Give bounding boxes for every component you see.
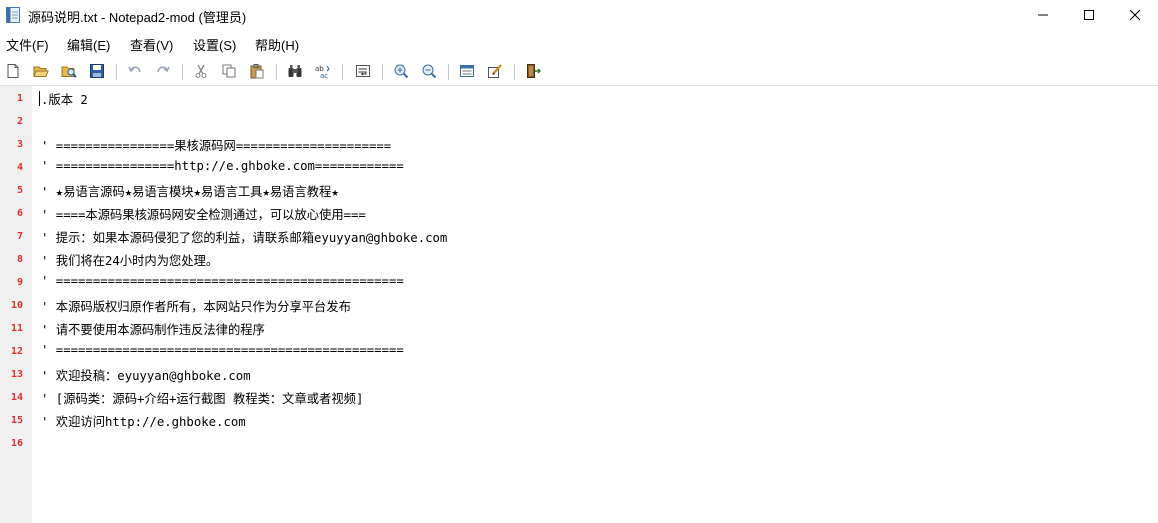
exit-icon: [527, 64, 541, 78]
paste-button[interactable]: [246, 60, 268, 82]
line-number: 14: [10, 392, 23, 403]
line-number: 9: [16, 277, 23, 288]
cut-button[interactable]: [190, 60, 212, 82]
code-line[interactable]: ' 欢迎投稿：eyuyyan@ghboke.com: [41, 366, 251, 384]
line-number: 11: [10, 323, 23, 334]
code-line[interactable]: ' 提示：如果本源码侵犯了您的利益，请联系邮箱eyuyyan@ghboke.co…: [41, 228, 447, 246]
line-number: 15: [10, 415, 23, 426]
browse-button[interactable]: [58, 60, 80, 82]
code-line[interactable]: ' ====本源码果核源码网安全检测通过，可以放心使用===: [41, 205, 366, 223]
notepad-doc-icon: [6, 7, 20, 23]
toolbar: ab ac: [0, 57, 1158, 86]
code-line[interactable]: ' [源码类：源码+介绍+运行截图 教程类：文章或者视频]: [41, 389, 363, 407]
toolbar-separator: [448, 64, 449, 80]
maximize-button[interactable]: [1066, 0, 1112, 30]
line-number: 6: [16, 208, 23, 219]
customize-scheme-button[interactable]: [484, 60, 506, 82]
line-number: 5: [16, 185, 23, 196]
new-file-icon: [7, 64, 19, 78]
word-wrap-icon: [356, 65, 370, 77]
line-number: 7: [16, 231, 23, 242]
editor[interactable]: 1 2 3 4 5 6 7 8 9 10 11 12 13 14 15 16 .…: [0, 86, 1158, 523]
line-number: 10: [10, 300, 23, 311]
code-line[interactable]: .版本 2: [41, 90, 88, 108]
menu-bar: 文件(F) 编辑(E) 查看(V) 设置(S) 帮助(H): [0, 32, 1158, 54]
word-wrap-button[interactable]: [352, 60, 374, 82]
title-bar: 源码说明.txt - Notepad2-mod (管理员): [0, 0, 1158, 30]
find-button[interactable]: [284, 60, 306, 82]
menu-edit[interactable]: 编辑(E): [67, 35, 110, 54]
line-number: 4: [16, 162, 23, 173]
toolbar-separator: [276, 64, 277, 80]
copy-icon: [222, 64, 236, 78]
binoculars-icon: [288, 65, 302, 77]
undo-icon: [128, 66, 141, 73]
zoom-out-icon: [422, 64, 437, 79]
menu-settings[interactable]: 设置(S): [193, 35, 236, 54]
browse-folder-icon: [61, 66, 77, 78]
line-number: 1: [16, 93, 23, 104]
cut-icon: [195, 64, 207, 78]
zoom-in-button[interactable]: [390, 60, 412, 82]
toolbar-separator: [342, 64, 343, 80]
code-line[interactable]: ' ======================================…: [41, 343, 404, 357]
close-button[interactable]: [1112, 0, 1158, 30]
menu-help[interactable]: 帮助(H): [255, 35, 299, 54]
replace-icon: abac: [315, 65, 330, 79]
exit-button[interactable]: [522, 60, 544, 82]
window-title: 源码说明.txt - Notepad2-mod (管理员): [28, 10, 247, 25]
replace-button[interactable]: ab ac: [312, 60, 334, 82]
scheme-icon: [460, 65, 474, 77]
open-file-button[interactable]: [30, 60, 52, 82]
code-line[interactable]: ' 请不要使用本源码制作违反法律的程序: [41, 320, 265, 338]
menu-file[interactable]: 文件(F): [6, 35, 49, 54]
code-line[interactable]: ' ======================================…: [41, 274, 404, 288]
menu-view[interactable]: 查看(V): [130, 35, 173, 54]
customize-scheme-icon: [488, 64, 502, 78]
code-line[interactable]: ' ================http://e.ghboke.com===…: [41, 159, 404, 173]
zoom-in-icon: [394, 64, 409, 79]
line-number: 16: [10, 438, 23, 449]
code-line[interactable]: ' 本源码版权归原作者所有，本网站只作为分享平台发布: [41, 297, 351, 315]
svg-text:ac: ac: [320, 72, 328, 79]
code-line[interactable]: ' 欢迎访问http://e.ghboke.com: [41, 412, 246, 430]
minimize-icon: [1038, 14, 1048, 16]
line-number: 3: [16, 139, 23, 150]
toolbar-separator: [116, 64, 117, 80]
toolbar-separator: [382, 64, 383, 80]
maximize-icon: [1084, 10, 1094, 20]
undo-button[interactable]: [124, 60, 146, 82]
save-button[interactable]: [86, 60, 108, 82]
close-icon: [1129, 9, 1141, 21]
text-caret: [39, 91, 40, 106]
line-number: 13: [10, 369, 23, 380]
copy-button[interactable]: [218, 60, 240, 82]
code-line[interactable]: ' 我们将在24小时内为您处理。: [41, 251, 218, 269]
redo-icon: [157, 66, 170, 73]
toolbar-separator: [182, 64, 183, 80]
new-file-button[interactable]: [2, 60, 24, 82]
line-number-gutter: 1 2 3 4 5 6 7 8 9 10 11 12 13 14 15 16: [0, 86, 32, 523]
code-line[interactable]: ' ★易语言源码★易语言模块★易语言工具★易语言教程★: [41, 182, 339, 200]
save-icon: [90, 64, 104, 78]
open-folder-icon: [33, 66, 49, 77]
line-number: 2: [16, 116, 23, 127]
code-line[interactable]: ' ================果核源码网=================…: [41, 136, 391, 154]
paste-icon: [250, 64, 264, 79]
toolbar-separator: [514, 64, 515, 80]
line-number: 12: [10, 346, 23, 357]
line-number: 8: [16, 254, 23, 265]
scheme-button[interactable]: [456, 60, 478, 82]
zoom-out-button[interactable]: [418, 60, 440, 82]
redo-button[interactable]: [152, 60, 174, 82]
minimize-button[interactable]: [1020, 0, 1066, 30]
